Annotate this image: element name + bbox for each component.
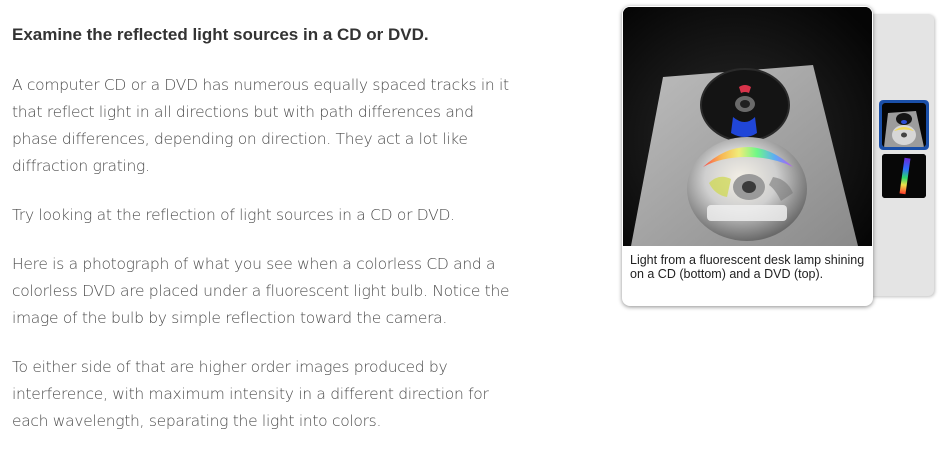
cd-dvd-thumbnail-icon (882, 103, 926, 147)
cd-dvd-photo (623, 7, 872, 246)
gallery-main-image-card[interactable]: Light from a fluorescent desk lamp shini… (622, 6, 873, 306)
paragraph-1: A computer CD or a DVD has numerous equa… (12, 76, 509, 175)
paragraph-2: Try looking at the reflection of light s… (12, 206, 455, 224)
article-body: Examine the reflected light sources in a… (12, 24, 512, 457)
thumbnail-spectrum[interactable] (882, 154, 926, 198)
thumbnail-cd-dvd[interactable] (879, 100, 929, 150)
image-caption: Light from a fluorescent desk lamp shini… (630, 253, 865, 281)
paragraph-3: Here is a photograph of what you see whe… (12, 255, 510, 327)
article-heading: Examine the reflected light sources in a… (12, 25, 429, 44)
paragraph-4: To either side of that are higher order … (12, 358, 489, 430)
cd-dvd-photo-image (623, 7, 872, 246)
spectrum-thumbnail-icon (882, 154, 926, 198)
